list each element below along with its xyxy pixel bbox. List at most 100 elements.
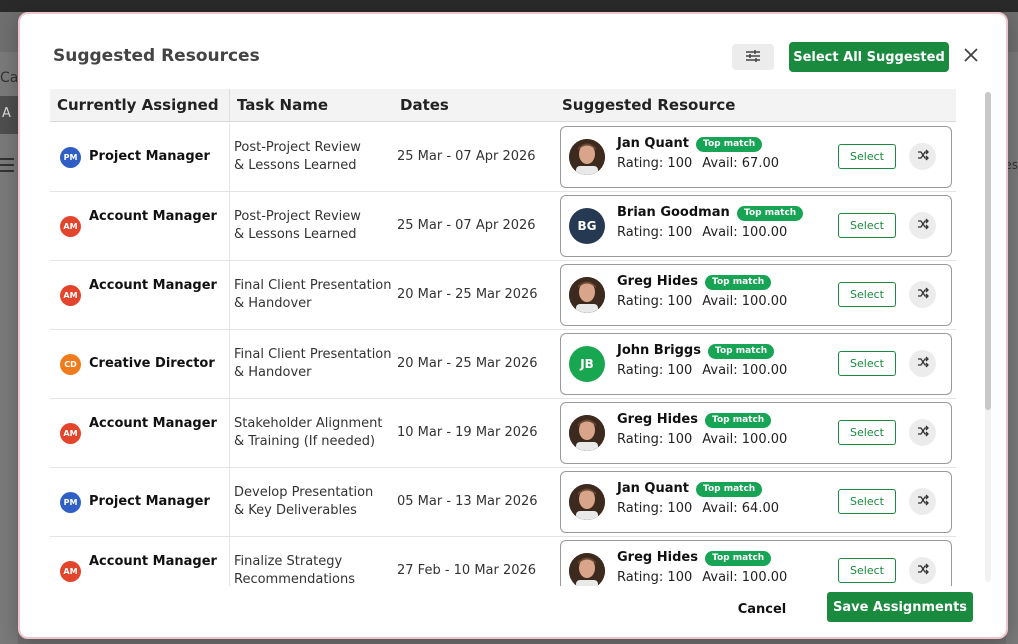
shuffle-icon — [917, 425, 929, 440]
select-resource-button[interactable]: Select — [838, 144, 896, 169]
table-header: Currently Assigned Task Name Dates Sugge… — [50, 89, 956, 122]
suggested-resource-card: Jan Quant Top match Rating: 100 Avail: 64.0… — [560, 471, 952, 533]
shuffle-resource-button[interactable] — [909, 557, 936, 584]
background-text-fragment: Ca — [0, 70, 19, 86]
task-name: Finalize Strategy Recommendations — [234, 553, 399, 586]
task-dates: 10 Mar - 19 Mar 2026 — [397, 425, 538, 440]
shuffle-resource-button[interactable] — [909, 143, 936, 170]
task-dates: 25 Mar - 07 Apr 2026 — [397, 149, 536, 164]
cancel-button[interactable]: Cancel — [725, 594, 799, 624]
top-match-badge: Top match — [705, 413, 772, 428]
top-match-badge: Top match — [708, 344, 775, 359]
top-match-badge: Top match — [696, 482, 763, 497]
task-name-line2: & Lessons Learned — [234, 227, 357, 242]
table-row: AM Account Manager Finalize Strategy Recomm… — [50, 537, 956, 586]
save-assignments-button[interactable]: Save Assignments — [827, 592, 973, 622]
task-name-line1: Finalize Strategy — [234, 554, 343, 569]
avatar: BG — [569, 208, 605, 244]
role-badge: CD — [60, 354, 81, 375]
resource-availability: Avail: 100.00 — [702, 225, 788, 240]
resource-availability: Avail: 64.00 — [702, 501, 779, 516]
task-name-line2: & Lessons Learned — [234, 158, 357, 173]
background-top-bar — [0, 0, 1018, 12]
task-name-line2: & Key Deliverables — [234, 503, 357, 518]
avatar: JB — [569, 346, 605, 382]
select-resource-button[interactable]: Select — [838, 489, 896, 514]
task-dates: 20 Mar - 25 Mar 2026 — [397, 356, 538, 371]
shuffle-resource-button[interactable] — [909, 488, 936, 515]
select-resource-button[interactable]: Select — [838, 558, 896, 583]
select-resource-button[interactable]: Select — [838, 351, 896, 376]
avatar — [569, 277, 605, 313]
shuffle-resource-button[interactable] — [909, 281, 936, 308]
shuffle-resource-button[interactable] — [909, 419, 936, 446]
task-name-line2: & Handover — [234, 296, 312, 311]
task-dates: 27 Feb - 10 Mar 2026 — [397, 563, 537, 578]
role-badge: AM — [60, 285, 81, 306]
sliders-icon — [745, 49, 761, 66]
filter-settings-button[interactable] — [732, 44, 774, 70]
task-name-line2: Recommendations — [234, 572, 356, 586]
shuffle-icon — [917, 218, 929, 233]
background-left-panel — [0, 52, 18, 644]
assignments-table: Currently Assigned Task Name Dates Sugge… — [50, 89, 956, 586]
select-resource-button[interactable]: Select — [838, 420, 896, 445]
resource-rating: Rating: 100 — [617, 156, 693, 171]
resource-stats: Rating: 100 Avail: 100.00 — [617, 570, 787, 585]
suggested-resource-card: Greg Hides Top match Rating: 100 Avail: 100… — [560, 540, 952, 586]
table-row: PM Project Manager Develop Presentation & K… — [50, 468, 956, 537]
resource-availability: Avail: 100.00 — [702, 570, 788, 585]
resource-name: Jan Quant — [617, 136, 689, 151]
resource-availability: Avail: 100.00 — [702, 432, 788, 447]
role-name: Creative Director — [89, 356, 215, 371]
avatar — [569, 553, 605, 586]
scrollbar-thumb[interactable] — [985, 92, 991, 410]
shuffle-resource-button[interactable] — [909, 350, 936, 377]
modal-title: Suggested Resources — [53, 46, 260, 66]
shuffle-icon — [917, 356, 929, 371]
table-row: AM Account Manager Post-Project Review & Le… — [50, 192, 956, 261]
resource-rating: Rating: 100 — [617, 225, 693, 240]
select-resource-button[interactable]: Select — [838, 213, 896, 238]
task-name-line1: Final Client Presentation — [234, 347, 392, 362]
avatar — [569, 139, 605, 175]
resource-stats: Rating: 100 Avail: 100.00 — [617, 225, 787, 240]
task-name-line1: Post-Project Review — [234, 209, 361, 224]
select-all-suggested-button[interactable]: Select All Suggested — [789, 42, 949, 72]
table-row: CD Creative Director Final Client Presenta… — [50, 330, 956, 399]
role-badge: AM — [60, 216, 81, 237]
resource-name: Greg Hides — [617, 550, 698, 565]
suggested-resource-card: BG Brian Goodman Top match Rating: 100 Avail… — [560, 195, 952, 257]
resource-rating: Rating: 100 — [617, 501, 693, 516]
close-button[interactable] — [960, 45, 982, 67]
suggested-resource-card: Greg Hides Top match Rating: 100 Avail: 100… — [560, 264, 952, 326]
suggested-resources-modal: Suggested Resources Select All Suggested… — [18, 12, 1008, 639]
task-name-line1: Final Client Presentation — [234, 278, 392, 293]
select-resource-button[interactable]: Select — [838, 282, 896, 307]
role-badge: AM — [60, 561, 81, 582]
role-name: Project Manager — [89, 494, 210, 509]
top-match-badge: Top match — [705, 275, 772, 290]
role-badge: AM — [60, 423, 81, 444]
task-name: Final Client Presentation & Handover — [234, 277, 399, 313]
resource-name: John Briggs — [617, 343, 701, 358]
resource-stats: Rating: 100 Avail: 100.00 — [617, 432, 787, 447]
task-name-line1: Post-Project Review — [234, 140, 361, 155]
shuffle-icon — [917, 149, 929, 164]
task-name: Final Client Presentation & Handover — [234, 346, 399, 382]
suggested-resource-card: JB John Briggs Top match Rating: 100 Avail: … — [560, 333, 952, 395]
role-badge: PM — [60, 492, 81, 513]
suggested-resource-card: Jan Quant Top match Rating: 100 Avail: 67.0… — [560, 126, 952, 188]
resource-name: Greg Hides — [617, 274, 698, 289]
task-dates: 20 Mar - 25 Mar 2026 — [397, 287, 538, 302]
resource-rating: Rating: 100 — [617, 363, 693, 378]
shuffle-resource-button[interactable] — [909, 212, 936, 239]
task-name-line2: & Training (If needed) — [234, 434, 376, 449]
task-name: Stakeholder Alignment & Training (If need… — [234, 415, 399, 451]
task-name: Post-Project Review & Lessons Learned — [234, 208, 399, 244]
top-match-badge: Top match — [705, 551, 772, 566]
avatar — [569, 415, 605, 451]
task-name: Develop Presentation & Key Deliverables — [234, 484, 399, 520]
column-header-dates: Dates — [400, 96, 449, 114]
table-row: AM Account Manager Final Client Presentati… — [50, 261, 956, 330]
